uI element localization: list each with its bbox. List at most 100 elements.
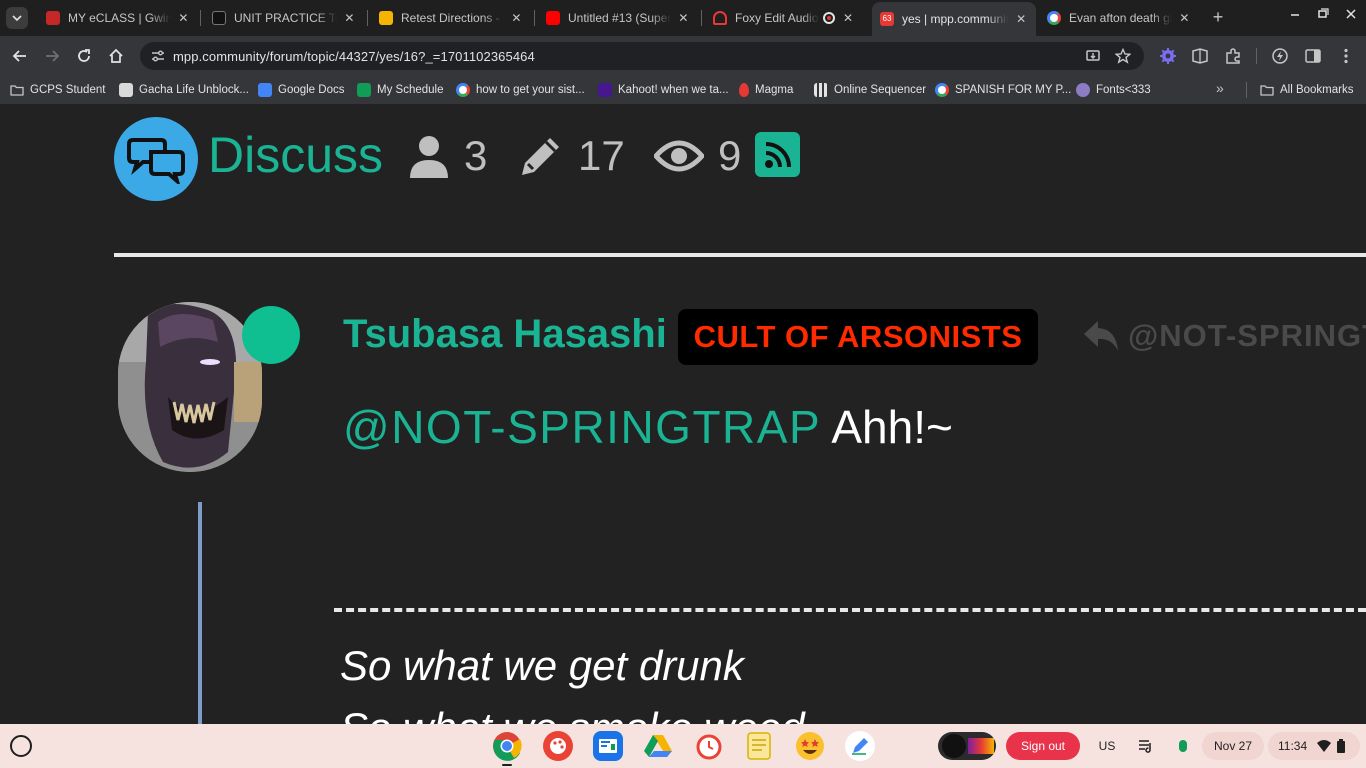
performance-icon[interactable] <box>1271 47 1289 65</box>
brand-name[interactable]: Discuss <box>208 126 383 184</box>
chevron-double-right-icon[interactable]: » <box>1216 80 1224 96</box>
close-icon[interactable]: ✕ <box>510 11 523 25</box>
slides-favicon-icon <box>379 11 393 25</box>
bookmark-google-docs[interactable]: Google Docs <box>258 81 344 99</box>
new-tab-button[interactable]: + <box>1208 7 1228 27</box>
google-icon <box>935 83 949 97</box>
chat-bubbles-icon <box>127 138 185 184</box>
tab-search-button[interactable] <box>6 7 28 29</box>
bookmark-fonts[interactable]: Fonts<333 <box>1076 81 1151 99</box>
drive-app[interactable] <box>643 731 673 761</box>
tab-title: Foxy Edit Audio - <box>735 11 819 25</box>
tab-unit-practice[interactable]: UNIT PRACTICE Test ✕ <box>204 4 364 32</box>
side-panel-icon[interactable] <box>1304 47 1322 65</box>
tab-mpp-community[interactable]: 63 yes | mpp.community ✕ <box>872 2 1036 36</box>
reply-to-link[interactable]: @NOT-SPRINGTR <box>1082 318 1366 354</box>
all-bookmarks-button[interactable]: All Bookmarks <box>1260 81 1354 99</box>
chrome-app[interactable] <box>492 731 522 761</box>
emoji-app[interactable] <box>795 731 825 761</box>
user-mention-link[interactable]: @NOT-SPRINGTRAP <box>343 401 821 453</box>
bookmark-online-sequencer[interactable]: Online Sequencer <box>814 81 926 99</box>
rss-feed-button[interactable] <box>755 132 800 177</box>
tab-foxy-edit-audio[interactable]: Foxy Edit Audio - ✕ <box>705 4 865 32</box>
pen-icon <box>852 738 868 755</box>
canvas-app[interactable] <box>543 731 573 761</box>
close-icon[interactable]: ✕ <box>1178 11 1191 25</box>
bookmark-kahoot[interactable]: Kahoot! when we ta... <box>598 81 729 99</box>
close-icon[interactable]: ✕ <box>841 11 855 25</box>
home-icon <box>109 48 123 63</box>
bookmark-gcps-student[interactable]: GCPS Student <box>10 81 105 99</box>
tab-separator <box>200 10 201 26</box>
pencil-icon <box>522 138 559 175</box>
post-text: Ahh!~ <box>821 401 953 453</box>
bookmark-star-icon[interactable] <box>1115 48 1131 64</box>
tab-title: Retest Directions - Go <box>401 11 504 25</box>
address-bar[interactable]: mpp.community/forum/topic/44327/yes/16?_… <box>140 42 1144 70</box>
bookmark-label: SPANISH FOR MY P... <box>955 84 1072 96</box>
google-favicon-icon <box>1047 11 1061 25</box>
bookmark-label: Gacha Life Unblock... <box>139 84 249 96</box>
extensions-puzzle-icon[interactable] <box>1224 47 1242 65</box>
group-badge[interactable]: CULT OF ARSONISTS <box>678 309 1038 365</box>
bookmark-magma[interactable]: Magma <box>739 81 793 99</box>
more-vert-icon[interactable] <box>1337 47 1355 65</box>
tab-retest-directions[interactable]: Retest Directions - Go ✕ <box>371 4 531 32</box>
launcher-button[interactable] <box>10 735 32 757</box>
close-icon[interactable]: ✕ <box>677 11 690 25</box>
date-tray[interactable]: Nov 27 <box>1202 732 1264 760</box>
tab-untitled-13[interactable]: Untitled #13 (Super S ✕ <box>538 4 698 32</box>
browser-toolbar: mpp.community/forum/topic/44327/yes/16?_… <box>0 36 1366 76</box>
extension-gear-icon[interactable] <box>1159 47 1177 65</box>
bookmark-gacha-life[interactable]: Gacha Life Unblock... <box>119 81 249 99</box>
tab-separator <box>701 10 702 26</box>
sign-out-button[interactable]: Sign out <box>1006 732 1080 760</box>
author-username[interactable]: Tsubasa Hasashi <box>343 312 667 357</box>
tab-title: yes | mpp.community <box>902 12 1009 26</box>
capture-thumbnail-icon <box>942 734 966 758</box>
online-status-dot <box>242 306 300 364</box>
home-button[interactable] <box>106 46 126 66</box>
rss-icon <box>764 141 791 168</box>
author-avatar[interactable] <box>118 302 262 472</box>
bookmark-label: GCPS Student <box>30 84 106 96</box>
close-icon[interactable]: ✕ <box>177 11 190 25</box>
forum-page: Discuss 3 17 9 Tsubasa Hasashi CULT OF A… <box>0 104 1366 724</box>
reply-to-username: @NOT-SPRINGTR <box>1128 318 1366 353</box>
meet-indicator[interactable] <box>1170 732 1196 760</box>
window-close-icon[interactable] <box>1342 8 1360 23</box>
minimize-icon[interactable] <box>1286 8 1304 23</box>
classroom-app[interactable] <box>593 731 623 761</box>
bookmark-my-schedule[interactable]: My Schedule <box>357 81 443 99</box>
drive-icon <box>644 735 672 757</box>
playlist-media-button[interactable] <box>1132 732 1160 760</box>
camera-status-icon <box>1179 740 1187 752</box>
user-count: 3 <box>464 132 488 179</box>
keyboard-layout-indicator[interactable]: US <box>1092 732 1122 760</box>
view-count: 9 <box>718 132 742 179</box>
tab-eclass[interactable]: MY eCLASS | Gwinnett ✕ <box>38 4 198 32</box>
restore-icon[interactable] <box>1314 8 1332 23</box>
lyric-line: So what we smoke weed <box>340 704 805 724</box>
close-icon[interactable]: ✕ <box>343 11 356 25</box>
site-info-icon[interactable] <box>150 48 166 64</box>
reader-extension-icon[interactable] <box>1191 47 1209 65</box>
brand-logo[interactable] <box>114 117 198 201</box>
tab-evan-afton[interactable]: Evan afton death gif ✕ <box>1039 4 1199 32</box>
status-tray[interactable]: 11:34 <box>1268 732 1360 760</box>
close-icon[interactable]: ✕ <box>1014 12 1028 26</box>
alarm-clock-icon <box>696 734 722 760</box>
bookmark-how-to[interactable]: how to get your sist... <box>456 81 585 99</box>
bookmark-spanish[interactable]: SPANISH FOR MY P... <box>935 81 1071 99</box>
docs-icon <box>258 83 272 97</box>
reload-button[interactable] <box>74 46 94 66</box>
install-app-icon[interactable] <box>1085 48 1101 64</box>
active-app-indicator <box>502 764 512 766</box>
screen-capture-tray[interactable] <box>938 732 996 760</box>
clock-app[interactable] <box>694 731 724 761</box>
annotate-app[interactable] <box>845 731 875 761</box>
keep-app[interactable] <box>744 731 774 761</box>
magma-icon <box>739 83 749 97</box>
back-button[interactable] <box>10 46 30 66</box>
forward-button[interactable] <box>42 46 62 66</box>
